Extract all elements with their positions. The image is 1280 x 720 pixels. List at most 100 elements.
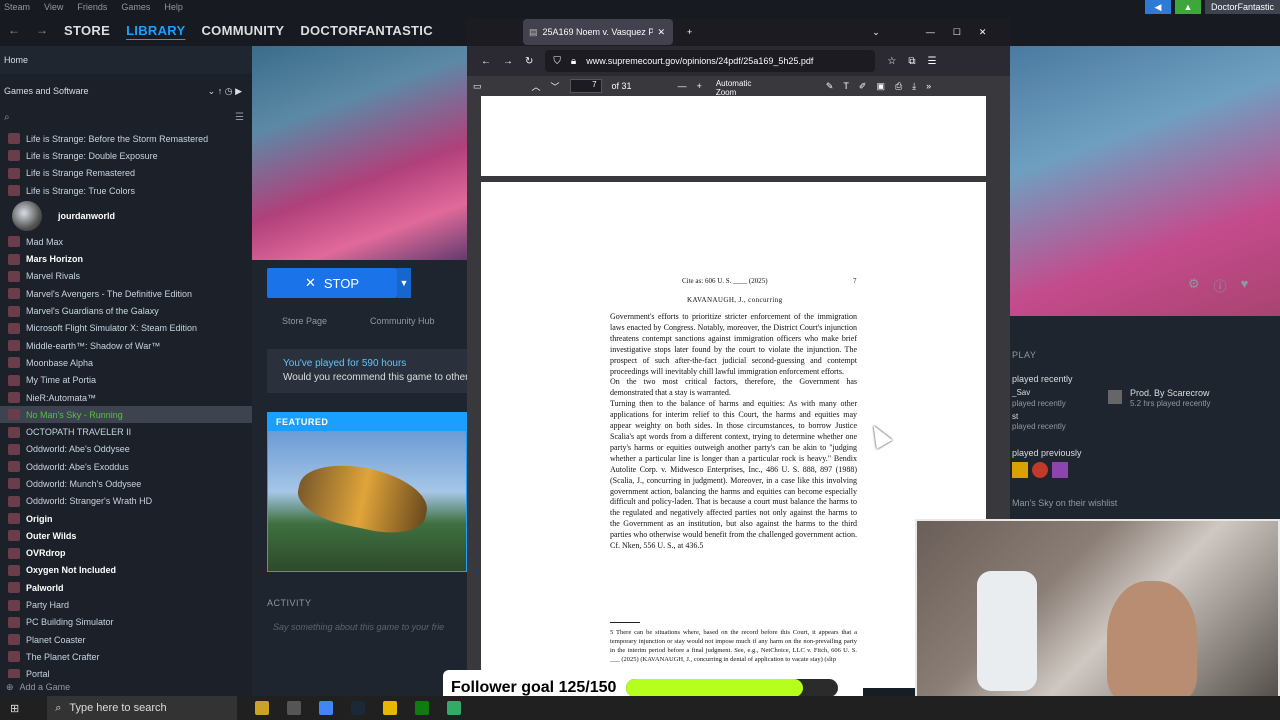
activity-input[interactable]: Say something about this game to your fr… xyxy=(273,622,444,632)
zoom-in-icon[interactable]: + xyxy=(697,81,702,91)
shield-icon[interactable]: ⛉ xyxy=(553,56,561,67)
sidebar-game-item[interactable]: Palworld xyxy=(0,579,252,596)
new-tab-icon[interactable]: + xyxy=(687,27,692,37)
heart-icon[interactable]: ♥ xyxy=(1241,276,1249,295)
filter-icon[interactable]: ☰ xyxy=(235,112,244,123)
sidebar-home[interactable]: Home xyxy=(0,46,252,74)
sidebar-game-item[interactable]: NieR:Automata™ xyxy=(0,389,252,406)
sidebar-game-item[interactable]: Marvel Rivals xyxy=(0,268,252,285)
zoom-select[interactable]: Automatic Zoom xyxy=(712,79,772,97)
sidebar-game-item[interactable]: The Planet Crafter xyxy=(0,648,252,665)
gear-icon[interactable]: ⚙ xyxy=(1188,276,1200,295)
sidebar-game-item[interactable]: No Man's Sky - Running xyxy=(0,406,252,424)
sidebar-game-item[interactable]: Marvel's Guardians of the Galaxy xyxy=(0,302,252,319)
sidebar-game-item[interactable]: Microsoft Flight Simulator X: Steam Edit… xyxy=(0,320,252,337)
extensions-icon[interactable]: ⧉ xyxy=(908,56,915,67)
copilot-icon[interactable] xyxy=(255,701,270,715)
save-icon[interactable]: ⤓ xyxy=(912,81,916,92)
draw-icon[interactable]: ✐ xyxy=(859,81,867,92)
minimize-icon[interactable]: — xyxy=(926,27,935,37)
sidebar-game-item[interactable]: Moonbase Alpha xyxy=(0,354,252,371)
sidebar-search[interactable]: ⌕ ☰ xyxy=(0,106,252,128)
forward-icon[interactable]: → xyxy=(503,56,513,67)
windows-start-icon[interactable]: ⊞ xyxy=(10,702,19,715)
broadcast-icon[interactable]: ◀ xyxy=(1144,0,1171,14)
collection-filter[interactable]: Games and Software ⌄ ↑ ◷ ▶ xyxy=(0,76,252,106)
forward-icon[interactable]: → xyxy=(36,23,48,37)
sidebar-game-item[interactable]: Life is Strange: Before the Storm Remast… xyxy=(0,130,252,147)
avatar[interactable] xyxy=(1012,462,1028,478)
nav-community[interactable]: COMMUNITY xyxy=(201,23,284,38)
steam-icon[interactable] xyxy=(351,701,366,715)
sidebar-game-item[interactable]: Oxygen Not Included xyxy=(0,562,252,579)
chrome-icon[interactable] xyxy=(319,701,334,715)
nav-username[interactable]: DOCTORFANTASTIC xyxy=(300,23,433,38)
avatar[interactable] xyxy=(1108,390,1122,404)
sidebar-game-item[interactable]: jourdanworld xyxy=(0,199,252,233)
menu-friends[interactable]: Friends xyxy=(77,2,107,12)
sidebar-game-item[interactable]: My Time at Portia xyxy=(0,372,252,389)
friend-sav[interactable]: _Sav xyxy=(1012,388,1030,397)
zoom-out-icon[interactable]: — xyxy=(678,81,687,91)
sidebar-game-item[interactable]: Life is Strange: Double Exposure xyxy=(0,147,252,164)
sidebar-game-item[interactable]: Middle-earth™: Shadow of War™ xyxy=(0,337,252,354)
text-icon[interactable]: T xyxy=(843,81,849,91)
xbox-icon[interactable] xyxy=(415,701,430,715)
sidebar-game-item[interactable]: Mars Horizon xyxy=(0,250,252,267)
next-page-icon[interactable]: ﹀ xyxy=(551,80,560,93)
reload-icon[interactable]: ↻ xyxy=(525,56,533,67)
maximize-icon[interactable]: ☐ xyxy=(953,27,961,38)
more-tools-icon[interactable]: » xyxy=(926,81,931,91)
account-menu[interactable]: DoctorFantastic xyxy=(1204,0,1280,14)
sidebar-game-item[interactable]: Life is Strange: True Colors xyxy=(0,182,252,199)
sidebar-game-item[interactable]: Oddworld: Munch's Oddysee xyxy=(0,475,252,492)
friend-st[interactable]: st xyxy=(1012,412,1018,421)
sidebar-game-item[interactable]: Mad Max xyxy=(0,233,252,250)
menu-games[interactable]: Games xyxy=(121,2,150,12)
store-page-link[interactable]: Store Page xyxy=(282,316,327,326)
highlight-icon[interactable]: ✎ xyxy=(826,81,834,92)
sidebar-game-item[interactable]: Planet Coaster xyxy=(0,631,252,648)
star-icon[interactable]: ☆ xyxy=(887,56,896,67)
featured-card[interactable]: FEATURED xyxy=(267,412,467,572)
notifications-icon[interactable]: ▲ xyxy=(1174,0,1201,14)
image-icon[interactable]: ▣ xyxy=(876,81,885,92)
tab-pdf[interactable]: ▤ 25A169 Noem v. Vasquez Perdo ✕ xyxy=(523,19,673,45)
avatar[interactable] xyxy=(1052,462,1068,478)
sidebar-game-item[interactable]: Marvel's Avengers - The Definitive Editi… xyxy=(0,285,252,302)
chevron-down-icon[interactable]: ⌄ ↑ ◷ ▶ xyxy=(208,86,242,97)
stop-button[interactable]: ✕ STOP xyxy=(267,268,397,298)
back-icon[interactable]: ← xyxy=(8,23,20,37)
page-number-input[interactable]: 7 xyxy=(569,79,602,93)
nav-library[interactable]: LIBRARY xyxy=(126,23,185,38)
add-game-button[interactable]: ⊕ Add a Game xyxy=(0,678,252,696)
menu-help[interactable]: Help xyxy=(164,2,183,12)
menu-view[interactable]: View xyxy=(44,2,63,12)
sidebar-game-item[interactable]: OVRdrop xyxy=(0,545,252,562)
tab-list-icon[interactable]: ⌄ xyxy=(872,27,880,38)
prev-page-icon[interactable]: ︿ xyxy=(532,80,541,93)
sidebar-game-item[interactable]: Party Hard xyxy=(0,596,252,613)
sidebar-game-item[interactable]: Oddworld: Abe's Exoddus xyxy=(0,458,252,475)
task-view-icon[interactable] xyxy=(287,701,302,715)
close-window-icon[interactable]: ✕ xyxy=(979,27,987,38)
close-icon[interactable]: ✕ xyxy=(658,27,666,38)
url-bar[interactable]: ⛉ 🔒︎ www.supremecourt.gov/opinions/24pdf… xyxy=(545,50,876,72)
sidebar-toggle-icon[interactable]: ▭ xyxy=(473,81,482,92)
sidebar-game-item[interactable]: Origin xyxy=(0,510,252,527)
stop-dropdown-icon[interactable]: ▼ xyxy=(397,268,411,298)
explorer-icon[interactable] xyxy=(383,701,398,715)
sidebar-game-item[interactable]: Outer Wilds xyxy=(0,527,252,544)
back-icon[interactable]: ← xyxy=(481,56,491,67)
sidebar-game-item[interactable]: Life is Strange Remastered xyxy=(0,165,252,182)
avatar[interactable] xyxy=(1032,462,1048,478)
print-icon[interactable]: ⎙ xyxy=(895,81,902,92)
sidebar-game-item[interactable]: Oddworld: Abe's Oddysee xyxy=(0,441,252,458)
menu-steam[interactable]: Steam xyxy=(4,2,30,12)
menu-icon[interactable]: ☰ xyxy=(928,56,937,67)
sidebar-game-item[interactable]: Oddworld: Stranger's Wrath HD xyxy=(0,493,252,510)
app-icon[interactable] xyxy=(447,701,462,715)
taskbar-search[interactable]: ⌕ Type here to search xyxy=(47,696,238,720)
friend-name[interactable]: Prod. By Scarecrow xyxy=(1130,388,1210,398)
nav-store[interactable]: STORE xyxy=(64,23,110,38)
